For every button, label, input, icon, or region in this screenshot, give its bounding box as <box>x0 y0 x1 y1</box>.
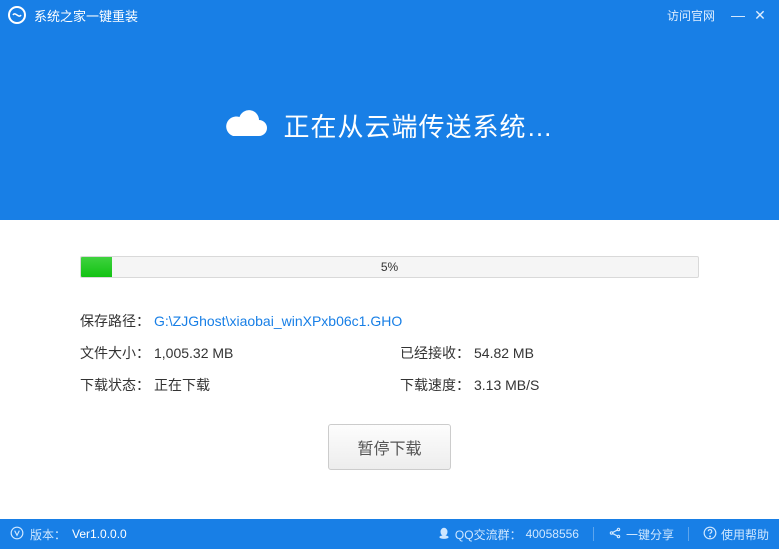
received-label: 已经接收： <box>400 342 470 364</box>
received-value: 54.82 MB <box>474 342 534 364</box>
app-title: 系统之家一键重装 <box>34 6 138 25</box>
download-speed-value: 3.13 MB/S <box>474 374 539 396</box>
qq-group-value: 40058556 <box>526 527 579 541</box>
share-label: 一键分享 <box>626 526 674 543</box>
download-details: 保存路径： G:\ZJGhost\xiaobai_winXPxb06c1.GHO… <box>80 310 699 396</box>
titlebar: 系统之家一键重装 访问官网 — ✕ <box>0 0 779 30</box>
header-banner: 正在从云端传送系统… <box>0 30 779 220</box>
share-icon <box>608 526 622 543</box>
status-heading: 正在从云端传送系统… <box>283 107 553 144</box>
version-label: 版本： <box>30 526 66 543</box>
close-button[interactable]: ✕ <box>749 8 771 22</box>
cloud-icon <box>225 108 269 143</box>
share-link[interactable]: 一键分享 <box>608 526 674 543</box>
save-path-label: 保存路径： <box>80 310 150 332</box>
qq-group-label: QQ交流群： <box>455 526 522 543</box>
official-site-link[interactable]: 访问官网 <box>667 7 715 24</box>
version-icon <box>10 526 24 543</box>
pause-download-button[interactable]: 暂停下载 <box>328 424 450 470</box>
help-link[interactable]: 使用帮助 <box>703 526 769 543</box>
help-label: 使用帮助 <box>721 526 769 543</box>
divider <box>688 527 689 541</box>
divider <box>593 527 594 541</box>
content-area: 5% 保存路径： G:\ZJGhost\xiaobai_winXPxb06c1.… <box>0 220 779 519</box>
download-speed-label: 下载速度： <box>400 374 470 396</box>
progress-percent-label: 5% <box>81 257 698 277</box>
qq-group-link[interactable]: QQ交流群： 40058556 <box>437 526 579 543</box>
app-logo-icon <box>8 6 26 24</box>
save-path-value[interactable]: G:\ZJGhost\xiaobai_winXPxb06c1.GHO <box>154 310 402 332</box>
file-size-label: 文件大小： <box>80 342 150 364</box>
qq-icon <box>437 526 451 543</box>
download-progress-bar: 5% <box>80 256 699 278</box>
statusbar: 版本： Ver1.0.0.0 QQ交流群： 40058556 一键分享 <box>0 519 779 549</box>
download-state-value: 正在下载 <box>154 374 210 396</box>
version-value: Ver1.0.0.0 <box>72 527 127 541</box>
file-size-value: 1,005.32 MB <box>154 342 233 364</box>
minimize-button[interactable]: — <box>727 8 749 22</box>
download-state-label: 下载状态： <box>80 374 150 396</box>
help-icon <box>703 526 717 543</box>
